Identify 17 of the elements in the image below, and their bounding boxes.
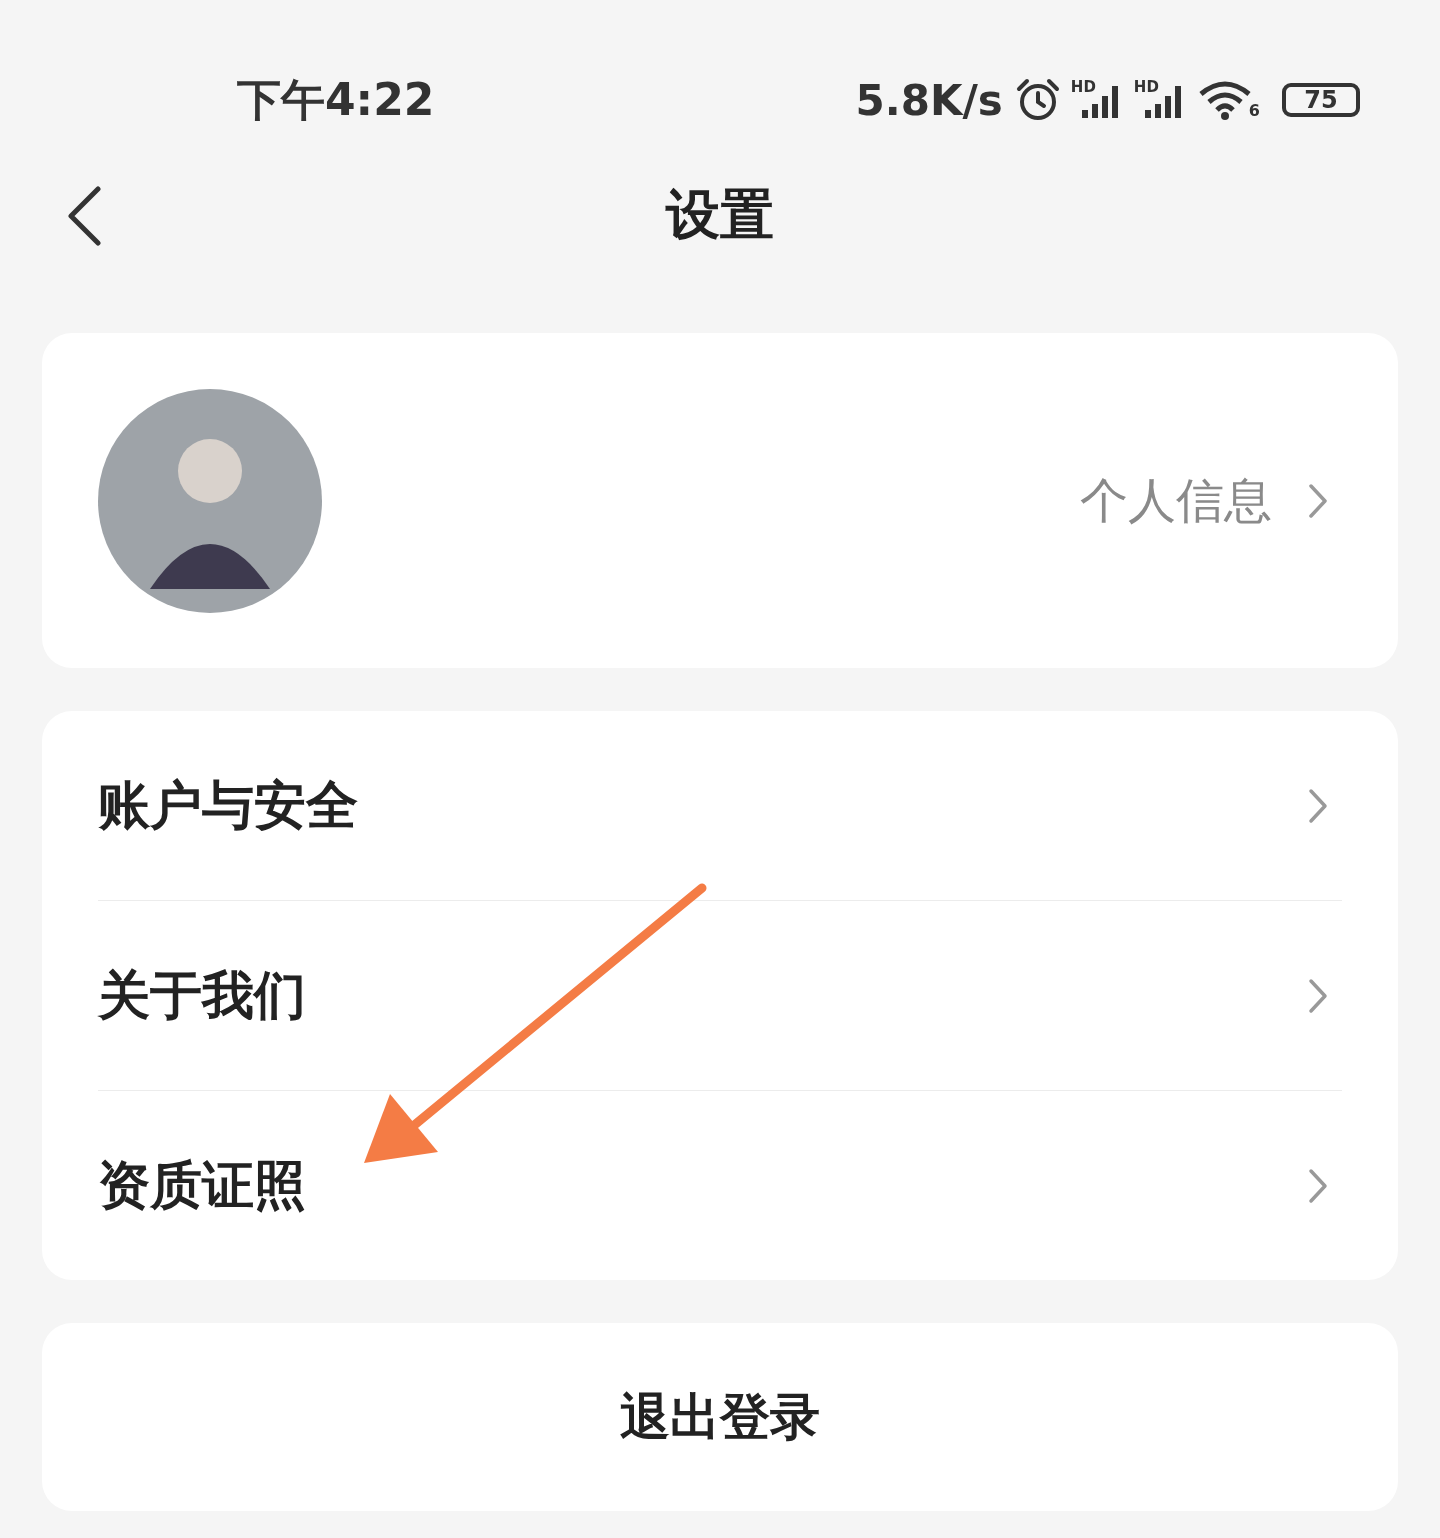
chevron-icon	[1308, 787, 1328, 824]
status-time: 下午4:22	[237, 72, 435, 127]
page-title: 设置	[666, 181, 774, 248]
battery-icon: 75	[1282, 83, 1360, 117]
chevron-icon	[1308, 482, 1328, 519]
settings-item[interactable]: 关于我们	[98, 901, 1342, 1091]
chevron-icon	[1308, 1167, 1328, 1204]
logout-button[interactable]: 退出登录	[42, 1323, 1398, 1511]
hd-label: HD	[1070, 78, 1096, 96]
settings-item[interactable]: 资质证照	[98, 1091, 1342, 1280]
settings-item[interactable]: 账户与安全	[98, 711, 1342, 901]
back-icon[interactable]	[66, 186, 102, 246]
alarm-icon	[1014, 77, 1061, 123]
hd-label: HD	[1133, 78, 1159, 96]
network-speed: 5.8K/s	[855, 75, 1003, 125]
wifi-label: 6	[1248, 101, 1260, 120]
chevron-icon	[1308, 977, 1328, 1014]
